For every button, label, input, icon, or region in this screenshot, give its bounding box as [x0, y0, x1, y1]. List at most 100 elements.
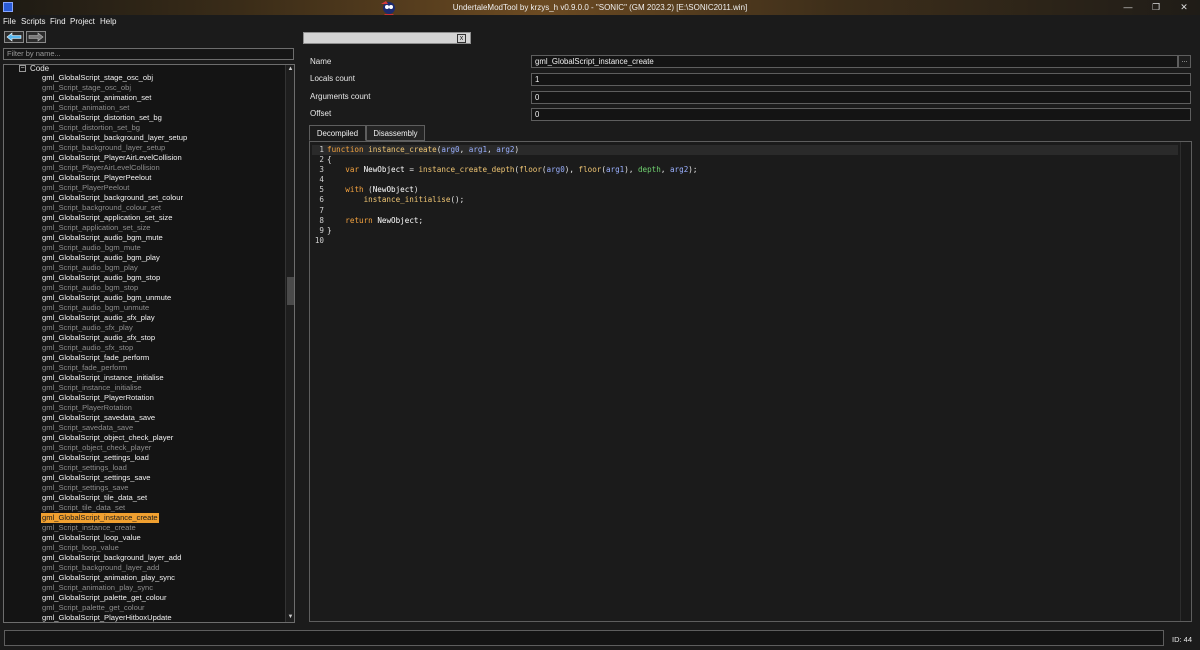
tree-item[interactable]: gml_Script_audio_bgm_play — [41, 263, 188, 273]
tree-item[interactable]: gml_Script_savedata_save — [41, 423, 188, 433]
tree-item[interactable]: gml_GlobalScript_stage_osc_obj — [41, 73, 188, 83]
tree-item[interactable]: gml_GlobalScript_palette_get_colour — [41, 593, 188, 603]
tree-item[interactable]: gml_Script_instance_initialise — [41, 383, 188, 393]
code-line[interactable]: 6 instance_initialise(); — [312, 195, 1178, 205]
tree-item[interactable]: gml_GlobalScript_animation_set — [41, 93, 188, 103]
arguments-count-field[interactable]: 0 — [531, 91, 1191, 104]
tree-item[interactable]: gml_Script_audio_bgm_mute — [41, 243, 188, 253]
tree-item[interactable]: gml_Script_palette_get_colour — [41, 603, 188, 613]
tree-item[interactable]: gml_Script_background_layer_setup — [41, 143, 188, 153]
tree-item[interactable]: gml_GlobalScript_loop_value — [41, 533, 188, 543]
tree-item[interactable]: gml_GlobalScript_distortion_set_bg — [41, 113, 188, 123]
tree-item[interactable]: gml_GlobalScript_audio_sfx_play — [41, 313, 188, 323]
tree-item[interactable]: gml_GlobalScript_audio_bgm_stop — [41, 273, 188, 283]
code-line[interactable]: 7 — [312, 206, 1178, 216]
tree-item[interactable]: gml_Script_PlayerRotation — [41, 403, 188, 413]
code-token: arg1 — [605, 165, 625, 175]
tree-row: gml_Script_PlayerRotation — [41, 403, 188, 413]
tree-item[interactable]: gml_GlobalScript_background_layer_add — [41, 553, 188, 563]
code-line[interactable]: 2{ — [312, 155, 1178, 165]
menu-scripts[interactable]: Scripts — [21, 17, 45, 26]
document-tab[interactable]: x — [303, 32, 471, 44]
tree-item[interactable]: gml_Script_PlayerPeelout — [41, 183, 188, 193]
tree-item[interactable]: gml_GlobalScript_PlayerRotation — [41, 393, 188, 403]
tree-item[interactable]: gml_Script_animation_play_sync — [41, 583, 188, 593]
tree-item[interactable]: gml_GlobalScript_savedata_save — [41, 413, 188, 423]
tree-item[interactable]: gml_Script_distortion_set_bg — [41, 123, 188, 133]
tree-item[interactable]: gml_Script_application_set_size — [41, 223, 188, 233]
tree-item[interactable]: gml_GlobalScript_application_set_size — [41, 213, 188, 223]
code-line[interactable]: 10 — [312, 236, 1178, 246]
minimize-button[interactable]: — — [1114, 0, 1142, 15]
code-line[interactable]: 3 var NewObject = instance_create_depth(… — [312, 165, 1178, 175]
code-editor[interactable]: 1 function instance_create(arg0, arg1, ar… — [309, 141, 1192, 622]
resource-tree[interactable]: − Code gml_GlobalScript_stage_osc_obj gml_… — [3, 64, 295, 623]
code-line[interactable]: 1 function instance_create(arg0, arg1, ar… — [312, 145, 1178, 156]
scrollbar-thumb[interactable] — [287, 277, 294, 305]
tree-item[interactable]: gml_GlobalScript_tile_data_set — [41, 493, 188, 503]
tree-item[interactable]: gml_Script_instance_create — [41, 523, 188, 533]
tree-item[interactable]: gml_GlobalScript_settings_save — [41, 473, 188, 483]
tree-item[interactable]: gml_Script_object_check_player — [41, 443, 188, 453]
menu-help[interactable]: Help — [100, 17, 116, 26]
tree-row: gml_GlobalScript_audio_bgm_stop — [41, 273, 188, 283]
tree-item[interactable]: gml_Script_fade_perform — [41, 363, 188, 373]
tab-decompiled[interactable]: Decompiled — [309, 125, 366, 141]
tree-item-selected[interactable]: gml_GlobalScript_instance_create — [41, 513, 159, 523]
editor-scrollbar[interactable] — [1180, 142, 1191, 621]
filter-input[interactable]: Filter by name... — [3, 48, 294, 60]
menu-find[interactable]: Find — [50, 17, 66, 26]
tree-item[interactable]: gml_GlobalScript_settings_load — [41, 453, 188, 463]
code-token: ); — [688, 165, 698, 175]
tab-disassembly[interactable]: Disassembly — [366, 125, 425, 141]
code-line[interactable]: 9} — [312, 226, 1178, 236]
tree-row: gml_GlobalScript_tile_data_set — [41, 493, 188, 503]
tree-item[interactable]: gml_Script_settings_load — [41, 463, 188, 473]
code-line[interactable]: 5 with (NewObject) — [312, 185, 1178, 195]
menu-project[interactable]: Project — [70, 17, 95, 26]
tree-item[interactable]: gml_Script_settings_save — [41, 483, 188, 493]
tree-item[interactable]: gml_GlobalScript_background_layer_setup — [41, 133, 188, 143]
tree-item[interactable]: gml_GlobalScript_instance_initialise — [41, 373, 188, 383]
tree-item[interactable]: gml_GlobalScript_fade_perform — [41, 353, 188, 363]
code-line[interactable]: 4 — [312, 175, 1178, 185]
collapse-icon[interactable]: − — [19, 65, 26, 73]
menu-file[interactable]: File — [3, 17, 16, 26]
code-line[interactable]: 8 return NewObject; — [312, 216, 1178, 226]
tree-item[interactable]: gml_Script_background_colour_set — [41, 203, 188, 213]
tree-item[interactable]: gml_GlobalScript_PlayerPeelout — [41, 173, 188, 183]
tree-item[interactable]: gml_GlobalScript_PlayerAirLevelCollision — [41, 153, 188, 163]
tree-item[interactable]: gml_Script_audio_sfx_play — [41, 323, 188, 333]
tree-item[interactable]: gml_Script_stage_osc_obj — [41, 83, 188, 93]
tree-item[interactable]: gml_Script_PlayerAirLevelCollision — [41, 163, 188, 173]
tree-item[interactable]: gml_GlobalScript_animation_play_sync — [41, 573, 188, 583]
tree-item[interactable]: gml_Script_audio_bgm_unmute — [41, 303, 188, 313]
status-bar[interactable] — [4, 630, 1164, 646]
scroll-up-icon[interactable]: ▲ — [286, 65, 294, 74]
tree-item[interactable]: gml_GlobalScript_PlayerHitboxUpdate — [41, 613, 188, 622]
tree-item[interactable]: gml_Script_audio_sfx_stop — [41, 343, 188, 353]
name-browse-button[interactable]: ... — [1178, 55, 1191, 68]
tree-scrollbar[interactable]: ▲ ▼ — [285, 65, 294, 622]
tree-item[interactable]: gml_GlobalScript_audio_sfx_stop — [41, 333, 188, 343]
tree-item[interactable]: gml_GlobalScript_background_set_colour — [41, 193, 188, 203]
tree-row: gml_Script_savedata_save — [41, 423, 188, 433]
tree-item[interactable]: gml_Script_tile_data_set — [41, 503, 188, 513]
tree-item[interactable]: gml_Script_animation_set — [41, 103, 188, 113]
close-window-button[interactable]: ✕ — [1170, 0, 1198, 15]
tree-item[interactable]: gml_Script_audio_bgm_stop — [41, 283, 188, 293]
tree-item[interactable]: gml_GlobalScript_object_check_player — [41, 433, 188, 443]
name-field[interactable]: gml_GlobalScript_instance_create — [531, 55, 1178, 68]
tree-item[interactable]: gml_Script_background_layer_add — [41, 563, 188, 573]
tree-item[interactable]: gml_GlobalScript_audio_bgm_unmute — [41, 293, 188, 303]
tree-item[interactable]: gml_Script_loop_value — [41, 543, 188, 553]
forward-button[interactable] — [26, 31, 46, 43]
tree-item[interactable]: gml_GlobalScript_audio_bgm_play — [41, 253, 188, 263]
scroll-down-icon[interactable]: ▼ — [286, 613, 294, 622]
tree-item[interactable]: gml_GlobalScript_audio_bgm_mute — [41, 233, 188, 243]
back-button[interactable] — [4, 31, 24, 43]
locals-count-field[interactable]: 1 — [531, 73, 1191, 86]
maximize-button[interactable]: ❐ — [1142, 0, 1170, 15]
close-tab-icon[interactable]: x — [457, 34, 466, 43]
offset-field[interactable]: 0 — [531, 108, 1191, 121]
